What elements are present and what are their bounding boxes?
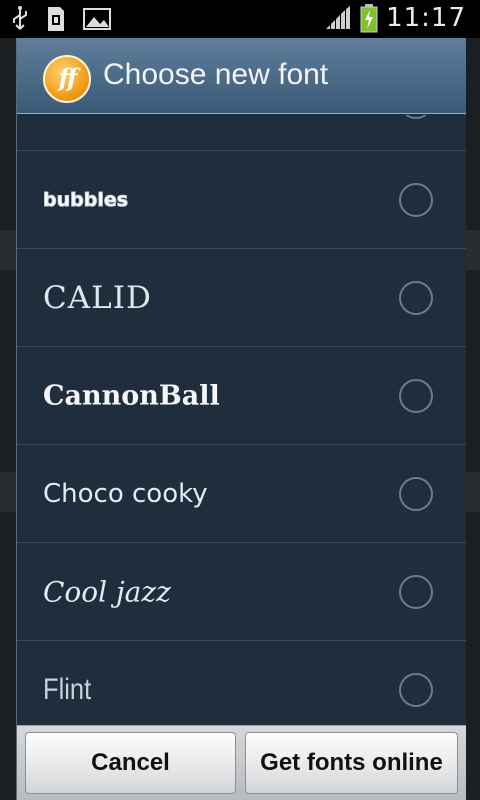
- radio-button[interactable]: [399, 574, 433, 609]
- dialog-header: ff Choose new font: [17, 38, 466, 114]
- font-list-item-bubbles[interactable]: bubbles: [17, 151, 466, 249]
- choose-font-dialog: ff Choose new font bubbles CALID CannonB…: [16, 38, 466, 800]
- sd-card-icon: [48, 7, 64, 31]
- font-label: bubbles: [42, 188, 129, 211]
- gallery-icon: [83, 8, 111, 30]
- font-list[interactable]: bubbles CALID CannonBall Choco cooky Coo…: [17, 115, 466, 725]
- get-fonts-online-button[interactable]: Get fonts online: [245, 732, 458, 794]
- font-list-item-flint[interactable]: Flint: [17, 641, 466, 725]
- system-status: 11:17: [324, 3, 466, 33]
- radio-button[interactable]: [399, 476, 433, 511]
- dialog-title: Choose new font: [103, 58, 329, 91]
- font-list-item-calid[interactable]: CALID: [17, 249, 466, 347]
- dialog-button-bar: Cancel Get fonts online: [17, 725, 466, 800]
- notification-icons: [10, 5, 112, 33]
- cancel-button[interactable]: Cancel: [25, 732, 236, 794]
- battery-charging-icon: [360, 4, 378, 33]
- font-label: CannonBall: [43, 380, 220, 411]
- font-list-item[interactable]: [17, 115, 466, 151]
- font-label: CALID: [43, 279, 152, 316]
- clock: 11:17: [386, 3, 466, 33]
- font-app-logo-icon: ff: [43, 55, 91, 103]
- font-list-item-choco-cooky[interactable]: Choco cooky: [17, 445, 466, 543]
- font-list-item-cool-jazz[interactable]: Cool jazz: [17, 543, 466, 641]
- radio-button[interactable]: [399, 115, 433, 119]
- radio-button[interactable]: [399, 673, 433, 707]
- status-bar: 11:17: [0, 0, 480, 38]
- radio-button[interactable]: [399, 182, 433, 217]
- radio-button[interactable]: [399, 378, 433, 413]
- font-label: Flint: [43, 673, 92, 706]
- usb-icon: [13, 6, 27, 30]
- radio-button[interactable]: [399, 280, 433, 315]
- signal-icon: [326, 6, 351, 29]
- font-label: Choco cooky: [43, 478, 208, 509]
- font-list-item-cannonball[interactable]: CannonBall: [17, 347, 466, 445]
- font-label: Cool jazz: [43, 575, 171, 608]
